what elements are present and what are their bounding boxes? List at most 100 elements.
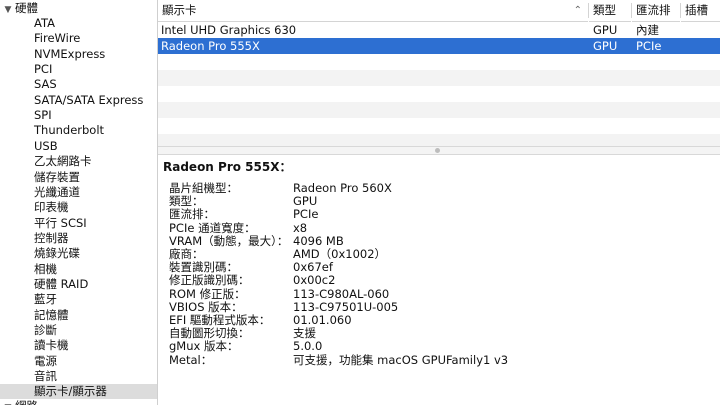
sidebar-item[interactable]: SAS <box>34 77 57 92</box>
sidebar-item[interactable]: 藍牙 <box>34 292 57 307</box>
detail-field-value: 支援 <box>293 326 316 341</box>
table-cell-bus: PCIe <box>636 39 662 53</box>
sidebar-section-label: 硬體 <box>15 1 38 15</box>
empty-table-row <box>158 54 720 70</box>
detail-field-value: 5.0.0 <box>293 339 323 354</box>
split-divider[interactable] <box>158 146 720 155</box>
disclosure-triangle-icon[interactable]: ▼ <box>1 2 15 18</box>
detail-field-key: VBIOS 版本： <box>169 299 243 314</box>
sidebar-item[interactable]: SPI <box>34 108 52 123</box>
empty-table-row <box>158 102 720 118</box>
column-header-device[interactable]: 顯示卡 ⌃ <box>158 0 588 22</box>
sidebar: ▼ 硬體 ATA FireWire NVMExpress PCI SAS SATA/SATA… <box>0 0 158 405</box>
detail-field-value: 4096 MB <box>293 233 344 248</box>
sidebar-section-network[interactable]: ▼網路 <box>0 398 38 405</box>
detail-field-key: gMux 版本： <box>169 339 239 354</box>
detail-field-value: 可支援，功能集 macOS GPUFamily1 v3 <box>293 352 509 367</box>
detail-field-value: 0x00c2 <box>293 273 336 288</box>
sidebar-item[interactable]: 讀卡機 <box>34 338 69 353</box>
device-table: 顯示卡 ⌃ 類型 匯流排 插槽 Intel UHD Graphics 630 GP… <box>158 0 720 150</box>
detail-field: EFI 驅動程式版本： 01.01.060 <box>169 313 352 327</box>
sidebar-item[interactable]: Thunderbolt <box>34 123 104 138</box>
detail-field-key: 裝置識別碼： <box>169 260 238 275</box>
detail-field-key: 廠商： <box>169 247 204 261</box>
sidebar-item[interactable]: 燒錄光碟 <box>34 246 80 261</box>
detail-field-value: 0x67ef <box>293 260 333 275</box>
detail-field-value: GPU <box>293 194 318 209</box>
sidebar-item[interactable]: 電源 <box>34 354 57 369</box>
detail-field-value: PCIe <box>293 207 319 222</box>
detail-field: 類型： GPU <box>169 194 317 209</box>
detail-field: VBIOS 版本： 113-C97501U-005 <box>169 299 398 314</box>
detail-field: 廠商： AMD（0x1002） <box>169 247 386 261</box>
detail-field-key: EFI 驅動程式版本： <box>169 313 271 327</box>
sidebar-item[interactable]: 平行 SCSI <box>34 216 87 231</box>
sort-arrow-icon: ⌃ <box>573 5 582 16</box>
sidebar-item[interactable]: 乙太網路卡 <box>34 154 92 169</box>
table-cell-name: Radeon Pro 555X <box>161 39 260 53</box>
detail-field-key: 類型： <box>169 194 204 209</box>
sidebar-item[interactable]: FireWire <box>34 31 80 46</box>
table-cell-name: Intel UHD Graphics 630 <box>161 23 297 37</box>
detail-field: 自動圖形切換： 支援 <box>169 326 316 341</box>
detail-field-key: Metal： <box>169 352 213 367</box>
sidebar-item[interactable]: 診斷 <box>34 323 57 338</box>
detail-field-value: x8 <box>293 220 308 235</box>
splitter-handle-icon[interactable] <box>435 148 440 153</box>
detail-field: 晶片組機型： Radeon Pro 560X <box>169 181 392 195</box>
empty-table-row <box>158 118 720 134</box>
sidebar-section-hardware[interactable]: ▼ 硬體 <box>0 0 38 16</box>
column-header-bus[interactable]: 匯流排 <box>632 0 680 22</box>
main-pane: 顯示卡 ⌃ 類型 匯流排 插槽 Intel UHD Graphics 630 GP… <box>158 0 720 405</box>
sidebar-item[interactable]: USB <box>34 139 58 154</box>
column-header-slot[interactable]: 插槽 <box>681 0 720 22</box>
detail-field-value: Radeon Pro 560X <box>293 181 392 195</box>
detail-field-key: 修正版識別碼： <box>169 273 250 288</box>
column-header-label: 類型 <box>593 3 616 17</box>
sidebar-item[interactable]: 硬體 RAID <box>34 277 88 292</box>
detail-field: ROM 修正版： 113-C980AL-060 <box>169 286 389 301</box>
detail-title: Radeon Pro 555X： <box>163 160 292 174</box>
sidebar-item[interactable]: ATA <box>34 16 55 31</box>
sidebar-section-label: 網路 <box>15 399 38 405</box>
sidebar-item[interactable]: 光纖通道 <box>34 185 80 200</box>
detail-pane: Radeon Pro 555X： 晶片組機型： Radeon Pro 560X 類型… <box>158 155 720 405</box>
sidebar-item[interactable]: 相機 <box>34 262 57 277</box>
detail-field: Metal： 可支援，功能集 macOS GPUFamily1 v3 <box>169 352 508 367</box>
detail-field-key: 自動圖形切換： <box>169 326 250 341</box>
detail-field: 修正版識別碼： 0x00c2 <box>169 273 335 288</box>
sidebar-item[interactable]: PCI <box>34 62 52 77</box>
column-header-label: 匯流排 <box>636 3 671 17</box>
detail-field-key: 匯流排： <box>169 207 215 222</box>
sidebar-item[interactable]: 記憶體 <box>34 308 69 323</box>
detail-field-value: 113-C97501U-005 <box>293 299 399 314</box>
empty-table-row <box>158 86 720 102</box>
sidebar-item[interactable]: 儲存裝置 <box>34 170 80 185</box>
detail-field-key: ROM 修正版： <box>169 286 246 301</box>
sidebar-item[interactable]: NVMExpress <box>34 47 105 62</box>
detail-field-key: VRAM（動態，最大）： <box>169 233 289 248</box>
table-row[interactable]: Intel UHD Graphics 630 GPU 內建 <box>158 22 720 38</box>
detail-field: VRAM（動態，最大）： 4096 MB <box>169 233 344 248</box>
table-row[interactable]: Radeon Pro 555X GPU PCIe <box>158 38 720 54</box>
sidebar-item[interactable]: SATA/SATA Express <box>34 93 143 108</box>
detail-field-value: 113-C980AL-060 <box>293 286 390 301</box>
column-header-label: 插槽 <box>685 3 708 17</box>
disclosure-triangle-icon[interactable]: ▼ <box>1 400 15 405</box>
detail-field-value: AMD（0x1002） <box>293 247 387 261</box>
detail-field-value: 01.01.060 <box>293 313 352 327</box>
detail-field: gMux 版本： 5.0.0 <box>169 339 322 354</box>
sidebar-item[interactable]: 音訊 <box>34 369 57 384</box>
sidebar-item[interactable]: 顯示卡/顯示器 <box>34 384 107 399</box>
column-header-label: 顯示卡 <box>162 3 197 17</box>
detail-field: PCIe 通道寬度： x8 <box>169 220 307 235</box>
column-header-type[interactable]: 類型 <box>589 0 631 22</box>
sidebar-item[interactable]: 印表機 <box>34 200 69 215</box>
empty-table-row <box>158 70 720 86</box>
table-cell-bus: 內建 <box>636 23 659 37</box>
detail-field-key: 晶片組機型： <box>169 181 238 195</box>
detail-field-key: PCIe 通道寬度： <box>169 220 256 235</box>
table-cell-type: GPU <box>593 39 618 53</box>
detail-field: 裝置識別碼： 0x67ef <box>169 260 333 275</box>
sidebar-item[interactable]: 控制器 <box>34 231 69 246</box>
